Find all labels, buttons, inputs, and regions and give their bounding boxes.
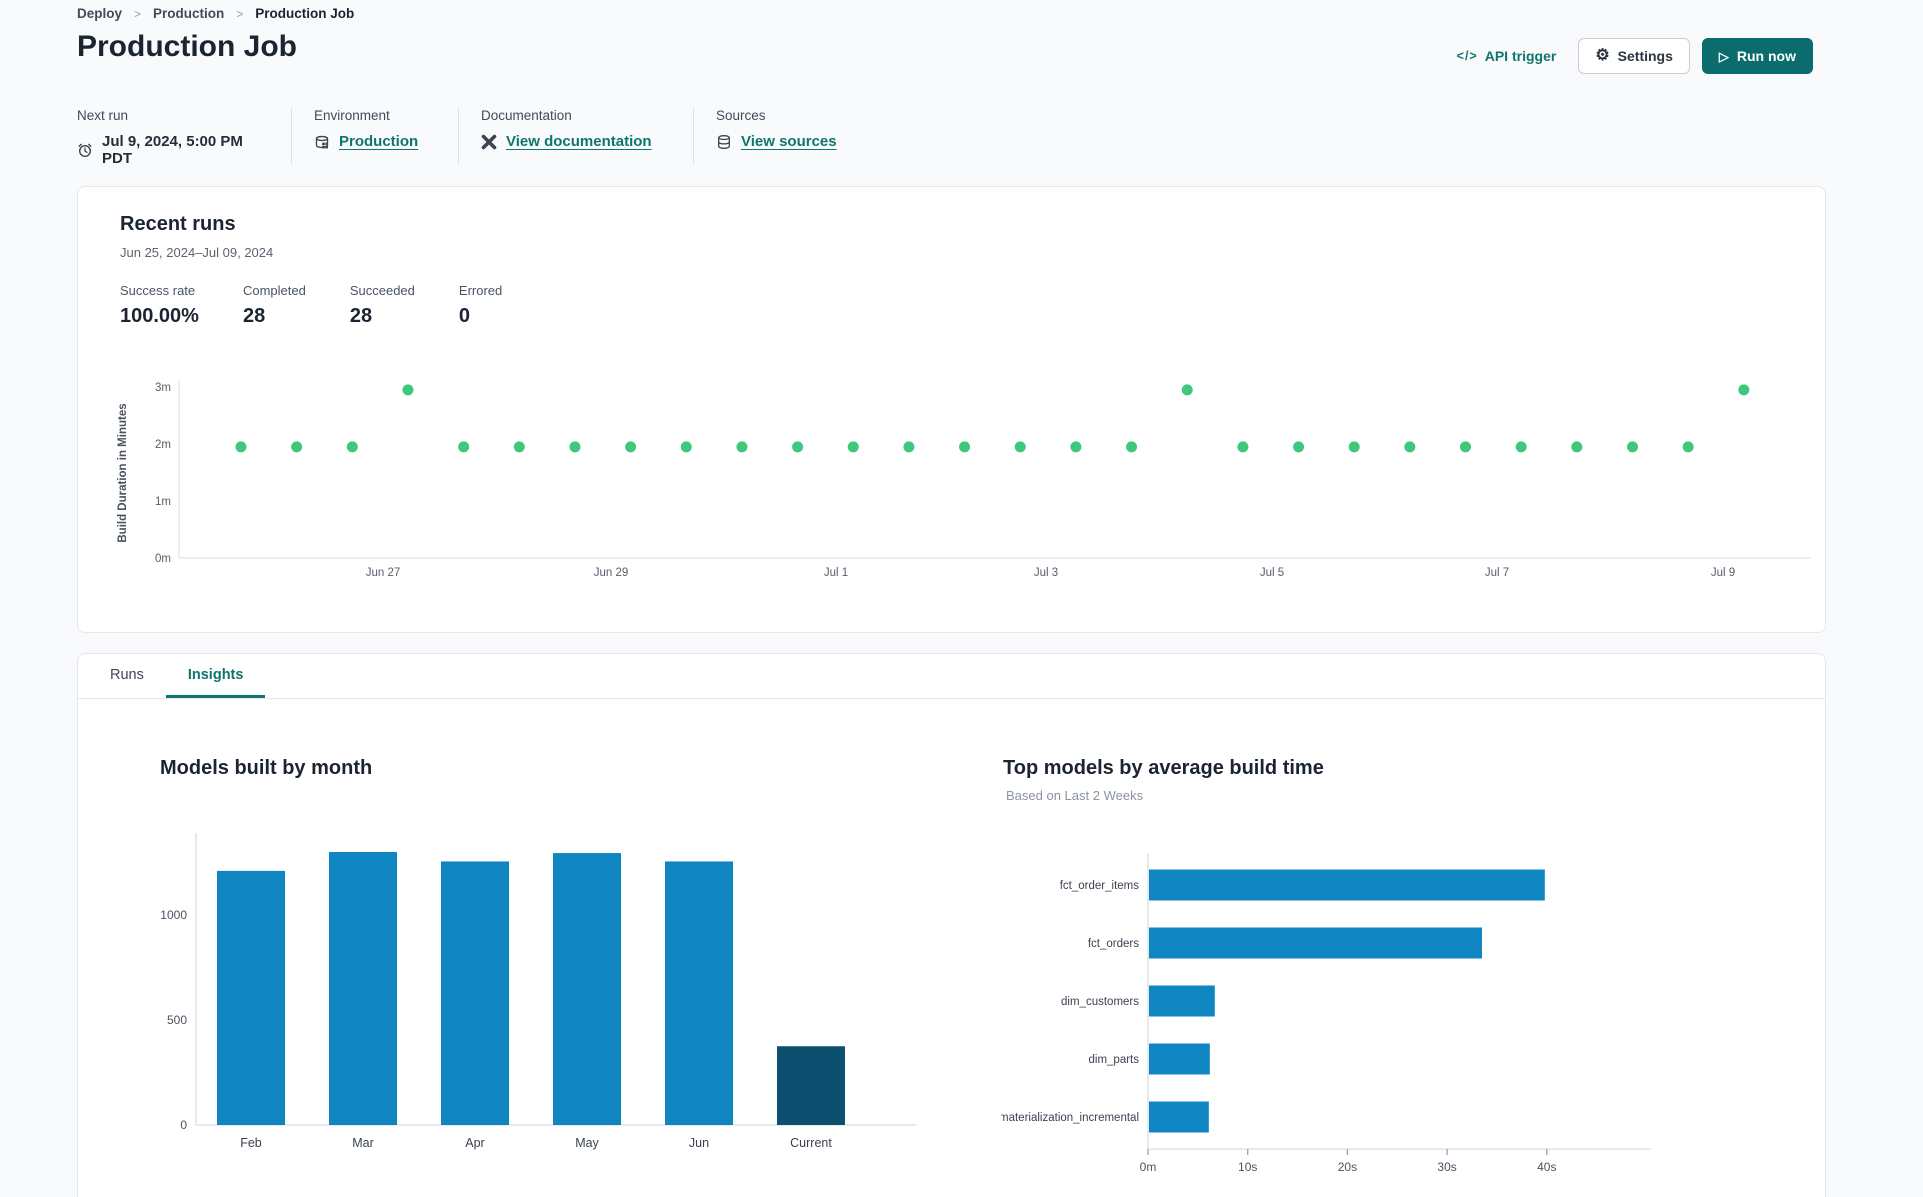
stat-success-rate: Success rate 100.00% (120, 283, 199, 328)
dbt-docs-icon (481, 134, 497, 149)
svg-text:1000: 1000 (160, 908, 187, 922)
stat-label: Succeeded (349, 283, 415, 298)
breadcrumb-item-current: Production Job (255, 6, 355, 21)
models-built-chart-title: Models built by month (160, 757, 373, 779)
svg-text:Feb: Feb (240, 1136, 262, 1150)
svg-text:Jul 1: Jul 1 (824, 567, 848, 579)
breadcrumb-separator: > (236, 6, 244, 21)
stat-label: Completed (242, 283, 306, 298)
alarm-clock-icon (78, 143, 92, 158)
svg-text:fct_order_items: fct_order_items (1060, 880, 1140, 892)
svg-text:dim_parts: dim_parts (1089, 1054, 1140, 1066)
recent-runs-title: Recent runs (120, 213, 236, 235)
meta-divider (291, 108, 292, 164)
production-job-page: Deploy > Production > Production Job Pro… (0, 0, 1923, 1197)
next-run-label: Next run (77, 108, 129, 123)
environment-icon (315, 135, 329, 148)
svg-text:Mar: Mar (352, 1136, 374, 1150)
meta-documentation: Documentation View documentation (481, 108, 671, 150)
tab-bar: Runs Insights (78, 654, 1825, 699)
recent-runs-date-range: Jun 25, 2024–Jul 09, 2024 (120, 245, 274, 260)
svg-text:0m: 0m (1140, 1160, 1157, 1174)
view-documentation-link[interactable]: View documentation (506, 133, 652, 150)
svg-text:2m: 2m (155, 439, 171, 451)
svg-text:Jul 5: Jul 5 (1260, 567, 1284, 579)
api-trigger-link[interactable]: </> API trigger (1457, 48, 1557, 64)
next-run-value: Jul 9, 2024, 5:00 PM PDT (102, 133, 243, 167)
settings-button[interactable]: ⚙ Settings (1578, 38, 1690, 74)
sources-label: Sources (716, 108, 766, 123)
stat-value: 100.00% (120, 305, 199, 327)
svg-text:Apr: Apr (465, 1136, 484, 1150)
svg-text:500: 500 (167, 1013, 187, 1027)
meta-sources: Sources View sources (716, 108, 856, 150)
stat-errored: Errored 0 (459, 283, 502, 328)
svg-text:10s: 10s (1238, 1160, 1257, 1174)
job-meta-row: Next run Jul 9, 2024, 5:00 PM PDT Enviro… (77, 108, 856, 167)
svg-text:Jun 27: Jun 27 (366, 567, 401, 579)
meta-environment: Environment Production (314, 108, 436, 150)
svg-text:0: 0 (180, 1118, 187, 1132)
svg-text:3m: 3m (155, 382, 171, 394)
svg-text:1m: 1m (155, 496, 171, 508)
breadcrumb-separator: > (134, 6, 142, 21)
stat-succeeded: Succeeded 28 (350, 283, 415, 328)
stat-value: 28 (349, 305, 373, 327)
header-actions: </> API trigger ⚙ Settings ▷ Run now (1457, 38, 1813, 74)
settings-button-label: Settings (1617, 48, 1673, 64)
stat-label: Success rate (120, 283, 196, 298)
insights-card: Runs Insights Models built by month 0 500 1… (77, 653, 1826, 1197)
stat-label: Errored (458, 283, 503, 298)
view-sources-link[interactable]: View sources (741, 133, 837, 150)
svg-text:Current: Current (790, 1136, 832, 1150)
svg-text:40s: 40s (1537, 1160, 1556, 1174)
page-title: Production Job (77, 30, 297, 63)
environment-label: Environment (314, 108, 390, 123)
svg-text:dim_customers: dim_customers (1061, 996, 1139, 1008)
svg-text:materialization_incremental: materialization_incremental (1001, 1112, 1139, 1124)
recent-runs-card: Recent runs Jun 25, 2024–Jul 09, 2024 Su… (77, 186, 1826, 633)
svg-text:30s: 30s (1437, 1160, 1456, 1174)
api-trigger-label: API trigger (1484, 48, 1557, 64)
breadcrumb: Deploy > Production > Production Job (77, 6, 354, 21)
models-built-by-month-chart: 0 500 1000 Feb Mar Apr May Jun Current (151, 831, 941, 1171)
tab-runs[interactable]: Runs (88, 654, 166, 698)
svg-text:May: May (575, 1136, 599, 1150)
run-now-button-label: Run now (1736, 48, 1796, 64)
tab-insights[interactable]: Insights (165, 654, 266, 698)
recent-runs-stats: Success rate 100.00% Completed 28 Succeeded 2… (120, 283, 502, 328)
meta-divider (458, 108, 459, 164)
svg-text:Build Duration in Minutes: Build Duration in Minutes (117, 403, 129, 542)
gear-icon: ⚙ (1595, 47, 1610, 64)
svg-text:fct_orders: fct_orders (1088, 938, 1139, 950)
svg-text:Jun: Jun (689, 1136, 709, 1150)
run-now-button[interactable]: ▷ Run now (1701, 38, 1813, 74)
breadcrumb-item-production[interactable]: Production (153, 6, 224, 21)
svg-text:Jun 29: Jun 29 (594, 567, 629, 579)
build-duration-chart: Build Duration in Minutes 0m 1m 2m 3m Jun 27 J… (78, 368, 1827, 608)
environment-link[interactable]: Production (339, 133, 418, 150)
stat-value: 0 (458, 305, 471, 327)
svg-text:20s: 20s (1338, 1160, 1357, 1174)
play-icon: ▷ (1718, 48, 1729, 64)
top-models-by-build-time-chart: fct_order_items fct_orders dim_customersdi… (999, 851, 1701, 1191)
stat-value: 28 (242, 305, 266, 327)
top-models-chart-subtitle: Based on Last 2 Weeks (1006, 788, 1144, 803)
top-models-chart-title: Top models by average build time (1003, 757, 1324, 779)
svg-text:Jul 3: Jul 3 (1034, 567, 1058, 579)
documentation-label: Documentation (481, 108, 572, 123)
code-icon: </> (1456, 49, 1478, 63)
svg-text:Jul 7: Jul 7 (1485, 567, 1509, 579)
breadcrumb-item-deploy[interactable]: Deploy (77, 6, 122, 21)
meta-divider (693, 108, 694, 164)
svg-text:Jul 9: Jul 9 (1711, 567, 1735, 579)
svg-text:0m: 0m (155, 553, 171, 565)
database-icon (718, 134, 730, 149)
stat-completed: Completed 28 (243, 283, 306, 328)
meta-next-run: Next run Jul 9, 2024, 5:00 PM PDT (77, 108, 269, 167)
